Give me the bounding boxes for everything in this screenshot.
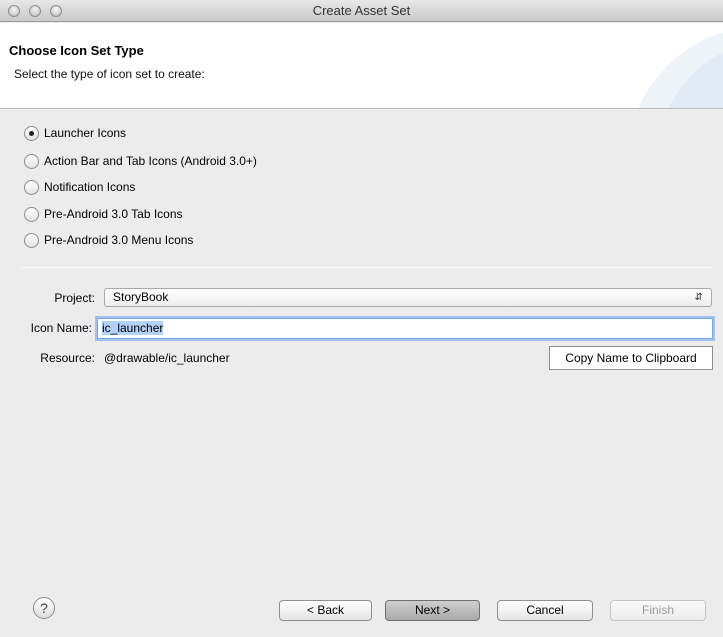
radio-label: Action Bar and Tab Icons (Android 3.0+): [44, 154, 257, 168]
radio-button-checked[interactable]: [24, 125, 39, 141]
copy-name-button[interactable]: Copy Name to Clipboard: [549, 346, 713, 370]
resource-value: @drawable/ic_launcher: [104, 351, 230, 365]
radio-button[interactable]: [24, 206, 39, 222]
cancel-button[interactable]: Cancel: [497, 600, 593, 621]
radio-launcher-icons[interactable]: Launcher Icons: [24, 124, 126, 142]
finish-button: Finish: [610, 600, 706, 621]
radio-label: Pre-Android 3.0 Menu Icons: [44, 233, 194, 247]
radio-button[interactable]: [24, 179, 39, 195]
radio-pre-android-tab-icons[interactable]: Pre-Android 3.0 Tab Icons: [24, 205, 183, 223]
project-label: Project:: [54, 291, 95, 305]
radio-label: Launcher Icons: [44, 126, 127, 140]
page-subtitle: Select the type of icon set to create:: [14, 67, 205, 81]
create-asset-set-window: Create Asset Set Choose Icon Set Type Se…: [0, 0, 723, 637]
wizard-header: Choose Icon Set Type Select the type of …: [0, 23, 723, 109]
icon-name-input[interactable]: ic_launcher: [97, 318, 713, 339]
icon-name-label: Icon Name:: [30, 321, 92, 335]
radio-button[interactable]: [24, 232, 39, 248]
header-decoration: [638, 33, 723, 108]
radio-notification-icons[interactable]: Notification Icons: [24, 178, 135, 196]
radio-pre-android-menu-icons[interactable]: Pre-Android 3.0 Menu Icons: [24, 231, 193, 249]
page-title: Choose Icon Set Type: [9, 43, 144, 58]
window-title: Create Asset Set: [312, 3, 411, 18]
project-select-value: StoryBook: [113, 290, 169, 304]
resource-label: Resource:: [40, 351, 95, 365]
project-select[interactable]: StoryBook ⇵: [104, 288, 712, 307]
separator: [21, 267, 713, 268]
radio-label: Notification Icons: [44, 180, 136, 194]
back-button[interactable]: < Back: [279, 600, 372, 621]
radio-label: Pre-Android 3.0 Tab Icons: [44, 207, 183, 221]
title-bar: Create Asset Set: [0, 0, 723, 22]
next-button[interactable]: Next >: [385, 600, 480, 621]
help-icon[interactable]: ?: [33, 597, 55, 619]
radio-button[interactable]: [24, 153, 39, 169]
select-arrows-icon: ⇵: [694, 292, 703, 303]
icon-name-value: ic_launcher: [102, 321, 164, 335]
radio-action-bar-tab-icons[interactable]: Action Bar and Tab Icons (Android 3.0+): [24, 152, 257, 170]
